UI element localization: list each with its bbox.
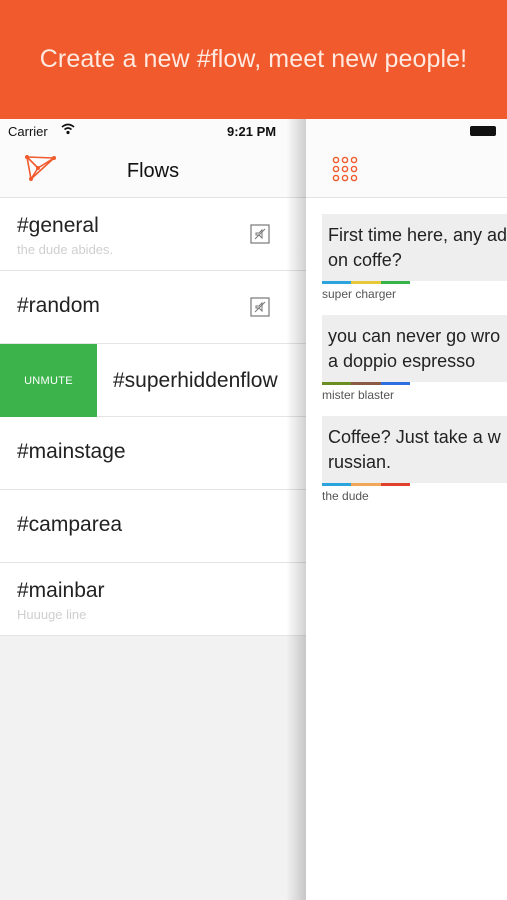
battery-icon: [470, 126, 496, 136]
navigation-bar: Flows: [0, 143, 306, 198]
panel-shadow: [286, 119, 306, 900]
banner-text: Create a new #flow, meet new people!: [39, 45, 468, 73]
flows-panel: Carrier 9:21 PM Flows #general the dude …: [0, 119, 306, 900]
flows-list: #general the dude abides. #random UNMUTE…: [0, 198, 306, 636]
message-text-line: russian.: [328, 452, 392, 472]
flow-name: #general: [17, 214, 99, 237]
flow-subtitle: the dude abides.: [17, 242, 114, 257]
chat-navigation-bar: [306, 143, 507, 198]
message-list: First time here, any ad on coffe? super …: [322, 214, 507, 517]
user-color-bar: [322, 382, 410, 385]
user-color-bar: [322, 483, 410, 486]
muted-icon: [250, 297, 270, 317]
chat-panel: First time here, any ad on coffe? super …: [306, 119, 507, 900]
message-text-line: a doppio espresso: [328, 351, 476, 371]
status-bar: [306, 119, 507, 143]
flow-name: #mainstage: [17, 440, 126, 463]
message-text-line: you can never go wro: [328, 326, 501, 346]
message-text-line: First time here, any ad: [328, 225, 507, 245]
flow-row-mainstage[interactable]: #mainstage: [0, 417, 306, 490]
flow-row-mainbar[interactable]: #mainbar Huuuge line: [0, 563, 306, 636]
message-bubble: you can never go wro a doppio espresso: [322, 315, 507, 382]
message[interactable]: you can never go wro a doppio espresso m…: [322, 315, 507, 402]
carrier-label: Carrier: [8, 124, 48, 139]
flow-row-superhiddenflow[interactable]: UNMUTE #superhiddenflow: [0, 344, 306, 417]
message-author: super charger: [322, 287, 397, 301]
user-color-bar: [322, 281, 410, 284]
message-text-line: on coffe?: [328, 250, 402, 270]
unmute-button[interactable]: UNMUTE: [0, 344, 97, 417]
flow-row-random[interactable]: #random: [0, 271, 306, 344]
muted-icon: [250, 224, 270, 244]
status-time: 9:21 PM: [227, 124, 277, 139]
message-text-line: Coffee? Just take a w: [328, 427, 501, 447]
message[interactable]: Coffee? Just take a w russian. the dude: [322, 416, 507, 503]
promo-banner: Create a new #flow, meet new people!: [0, 0, 507, 119]
status-bar: Carrier 9:21 PM: [0, 119, 306, 143]
message-author: the dude: [322, 489, 369, 503]
message-author: mister blaster: [322, 388, 395, 402]
flow-name: #superhiddenflow: [113, 369, 278, 392]
message-bubble: Coffee? Just take a w russian.: [322, 416, 507, 483]
flow-name: #random: [17, 294, 100, 317]
flow-subtitle: Huuuge line: [17, 607, 87, 622]
wifi-icon: [61, 123, 75, 135]
page-title: Flows: [126, 160, 180, 182]
flow-row-camparea[interactable]: #camparea: [0, 490, 306, 563]
grid-menu-icon[interactable]: [332, 156, 358, 182]
flow-name: #camparea: [17, 513, 123, 536]
message[interactable]: First time here, any ad on coffe? super …: [322, 214, 507, 301]
message-bubble: First time here, any ad on coffe?: [322, 214, 507, 281]
flow-row-general[interactable]: #general the dude abides.: [0, 198, 306, 271]
flow-name: #mainbar: [17, 579, 105, 602]
